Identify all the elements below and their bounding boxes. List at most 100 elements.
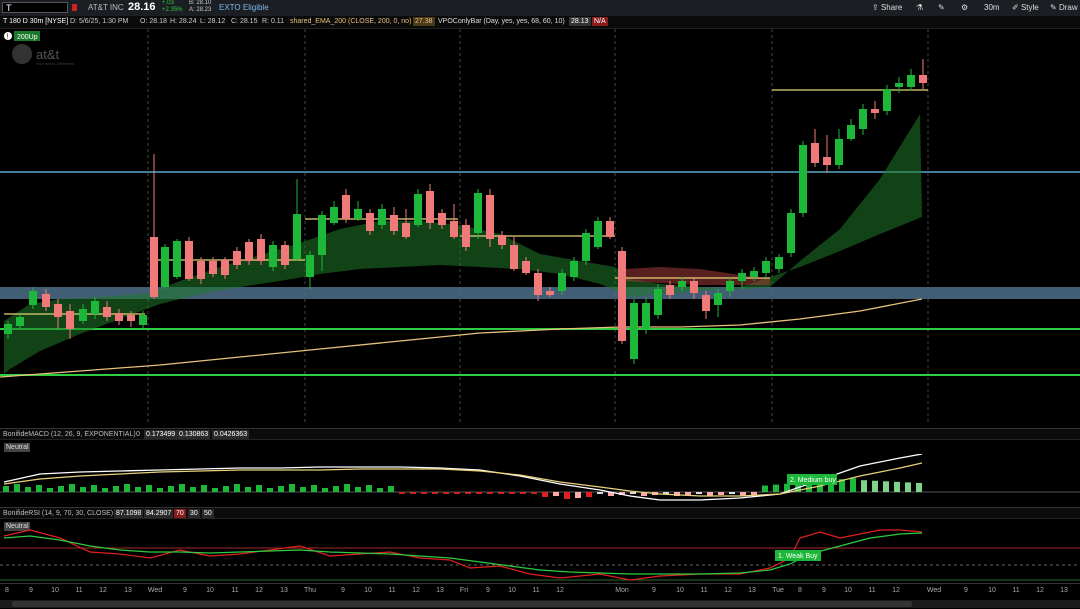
time-axis-label: 13 bbox=[436, 587, 444, 594]
macd-histogram-bar bbox=[212, 488, 218, 492]
time-axis-label: 12 bbox=[99, 587, 107, 594]
macd-histogram-bar bbox=[707, 492, 713, 496]
macd-histogram-bar bbox=[476, 492, 482, 494]
candle-body bbox=[642, 303, 650, 329]
macd-histogram-bar bbox=[597, 492, 603, 494]
candle-body bbox=[654, 289, 662, 315]
macd-histogram-bar bbox=[872, 480, 878, 492]
macd-histogram-bar bbox=[36, 485, 42, 492]
time-axis-label: 12 bbox=[556, 587, 564, 594]
rsi-mid-value: 50 bbox=[202, 509, 214, 518]
candle-body bbox=[726, 281, 734, 291]
time-axis-label: Fri bbox=[459, 587, 469, 594]
macd-chart[interactable]: 2. Medium buy bbox=[0, 454, 1080, 506]
time-axis-label: 12 bbox=[255, 587, 263, 594]
company-name: AT&T INC bbox=[88, 3, 124, 12]
candle-body bbox=[161, 247, 169, 287]
macd-histogram-bar bbox=[553, 492, 559, 496]
macd-histogram-bar bbox=[509, 492, 515, 494]
macd-histogram-bar bbox=[850, 478, 856, 492]
drawing-tools-button[interactable]: ✎ bbox=[938, 2, 945, 14]
macd-histogram-bar bbox=[564, 492, 570, 499]
vpoc-study-label[interactable]: VPOConlyBar (Day, yes, yes, 68, 60, 10) bbox=[438, 17, 565, 27]
candle-body bbox=[486, 195, 494, 239]
candle-body bbox=[847, 125, 855, 139]
settings-button[interactable]: ⚙ bbox=[961, 2, 968, 14]
symbol-input[interactable]: T bbox=[2, 2, 68, 13]
low-value: L: 28.12 bbox=[200, 18, 226, 25]
macd-title[interactable]: BonifideMACD (12, 26, 9, EXPONENTIAL) bbox=[3, 430, 136, 440]
rsi-overbought-value: 70 bbox=[174, 509, 186, 518]
share-button[interactable]: ⇪ Share bbox=[872, 2, 902, 14]
time-axis-label: 11 bbox=[532, 587, 540, 594]
candle-body bbox=[414, 194, 422, 225]
trend-badge[interactable]: 200Up bbox=[14, 31, 40, 41]
bar-date: D: 5/6/25, 1:30 PM bbox=[70, 18, 129, 25]
macd-histogram-bar bbox=[454, 492, 460, 494]
macd-histogram-bar bbox=[278, 486, 284, 492]
macd-histogram-bar bbox=[575, 492, 581, 498]
candle-body bbox=[42, 294, 50, 307]
price-chart[interactable]: at&t Your world. Delivered. 200Up ! bbox=[0, 29, 1080, 425]
studies-button[interactable]: ⚗ bbox=[916, 2, 923, 14]
time-axis-label: 11 bbox=[231, 587, 239, 594]
candle-body bbox=[835, 139, 843, 165]
time-axis-label: 10 bbox=[206, 587, 214, 594]
macd-histogram-bar bbox=[388, 486, 394, 492]
chart-description: T 180 D 30m [NYSE] bbox=[3, 18, 69, 25]
candle-body bbox=[750, 271, 758, 277]
ema-study-label[interactable]: shared_EMA_200 (CLOSE, 200, 0, no) bbox=[290, 17, 411, 27]
candle-body bbox=[330, 207, 338, 223]
scrollbar-thumb[interactable] bbox=[12, 601, 912, 607]
candle-body bbox=[666, 285, 674, 295]
candle-body bbox=[54, 304, 62, 317]
macd-histogram-bar bbox=[322, 488, 328, 492]
candle-body bbox=[115, 313, 123, 321]
time-axis-label: 10 bbox=[508, 587, 516, 594]
candle-body bbox=[702, 295, 710, 311]
macd-histogram-bar bbox=[399, 492, 405, 494]
candle-body bbox=[342, 195, 350, 219]
macd-histogram-bar bbox=[916, 482, 922, 492]
high-value: H: 28.24 bbox=[170, 18, 197, 25]
rsi-chart[interactable]: 1. Weak Buy bbox=[0, 518, 1080, 582]
candle-body bbox=[221, 260, 229, 275]
candle-body bbox=[678, 281, 686, 287]
macd-histogram-bar bbox=[333, 486, 339, 492]
candle-body bbox=[281, 245, 289, 265]
link-color-icon[interactable] bbox=[72, 4, 77, 11]
candle-body bbox=[29, 291, 37, 305]
drawings-button[interactable]: ✎ Draw bbox=[1050, 2, 1078, 14]
candle-body bbox=[150, 237, 158, 297]
rsi-signal-tag-label: 1. Weak Buy bbox=[778, 553, 818, 560]
time-axis-label: 13 bbox=[124, 587, 132, 594]
candle-body bbox=[173, 241, 181, 277]
close-value: C: 28.15 bbox=[231, 18, 258, 25]
macd-histogram-bar bbox=[124, 484, 130, 492]
rsi-average-value: 84.2907 bbox=[144, 509, 174, 518]
time-axis-label: 9 bbox=[29, 587, 33, 594]
candle-body bbox=[185, 241, 193, 279]
candle-body bbox=[426, 191, 434, 223]
macd-histogram-bar bbox=[542, 492, 548, 497]
pct-change: +2.35% bbox=[162, 7, 183, 13]
candle-body bbox=[823, 157, 831, 165]
timeframe-button[interactable]: 30m bbox=[984, 2, 1000, 14]
time-axis-label: 9 bbox=[652, 587, 656, 594]
horizontal-scrollbar[interactable] bbox=[0, 600, 1080, 608]
macd-histogram-bar bbox=[3, 486, 9, 492]
macd-histogram-bar bbox=[14, 484, 20, 492]
time-axis-label: 12 bbox=[724, 587, 732, 594]
time-axis-label: 10 bbox=[844, 587, 852, 594]
macd-histogram-bar bbox=[80, 487, 86, 492]
candle-body bbox=[534, 273, 542, 295]
time-axis-label: Thu bbox=[303, 587, 317, 594]
drawings-label: Draw bbox=[1058, 3, 1078, 12]
macd-histogram-bar bbox=[289, 484, 295, 492]
time-axis-label: 12 bbox=[412, 587, 420, 594]
trend-badge-label: 200Up bbox=[17, 34, 38, 41]
candle-body bbox=[390, 215, 398, 231]
candle-body bbox=[438, 213, 446, 225]
style-button[interactable]: ✐ Style bbox=[1012, 2, 1039, 14]
exto-eligible[interactable]: EXTO Eligible bbox=[219, 3, 269, 12]
